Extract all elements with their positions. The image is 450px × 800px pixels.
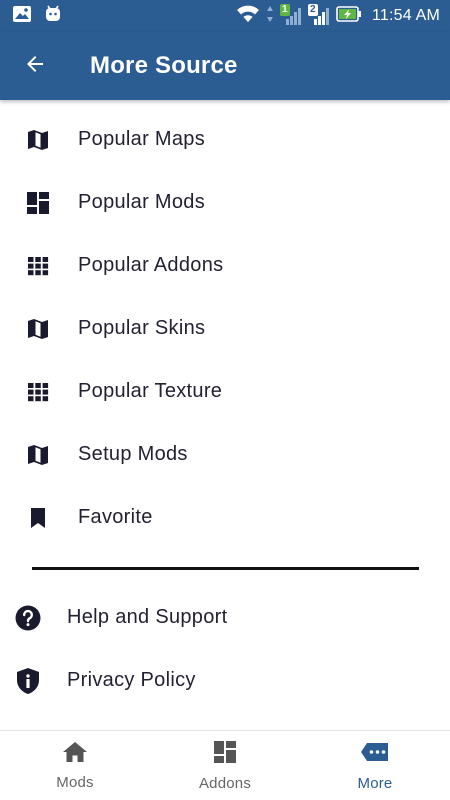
support-menu: Help and Support Privacy Policy	[0, 586, 450, 712]
menu-item-label: Popular Texture	[78, 380, 223, 402]
status-time: 11:54 AM	[371, 7, 440, 24]
page-title: More Source	[90, 52, 238, 79]
section-divider	[32, 567, 419, 570]
menu-item-privacy-policy[interactable]: Privacy Policy	[0, 649, 450, 712]
app-bar: More Source	[0, 32, 450, 100]
more-chat-icon	[360, 740, 390, 769]
dashboard-icon	[213, 740, 237, 769]
dashboard-icon	[0, 191, 78, 215]
shield-info-icon	[0, 667, 67, 695]
menu-item-label: Popular Maps	[78, 128, 205, 150]
menu-item-popular-mods[interactable]: Popular Mods	[0, 171, 450, 234]
menu-item-popular-skins[interactable]: Popular Skins	[0, 297, 450, 360]
grid-icon	[0, 380, 78, 404]
status-left	[12, 5, 62, 28]
android-icon	[44, 5, 62, 28]
help-icon	[0, 605, 67, 631]
status-right: 1 2 11:54 AM	[236, 4, 440, 28]
map-icon	[0, 128, 78, 152]
arrow-left-icon	[23, 52, 47, 81]
battery-charging-icon	[336, 5, 362, 27]
sim2-badge: 2	[307, 4, 318, 16]
source-menu: Popular Maps Popular Mods Popular Addons…	[0, 108, 450, 549]
home-icon	[62, 741, 88, 768]
menu-item-help-support[interactable]: Help and Support	[0, 586, 450, 649]
back-button[interactable]	[0, 32, 70, 100]
wifi-icon	[236, 5, 260, 28]
tab-label: More	[357, 774, 393, 792]
menu-item-label: Privacy Policy	[67, 669, 196, 691]
map-icon	[0, 443, 78, 467]
sim1-signal: 1	[279, 4, 302, 26]
tab-label: Mods	[56, 773, 94, 791]
grid-icon	[0, 254, 78, 278]
image-icon	[12, 5, 32, 28]
menu-item-setup-mods[interactable]: Setup Mods	[0, 423, 450, 486]
menu-item-label: Popular Addons	[78, 254, 224, 276]
menu-item-label: Popular Skins	[78, 317, 206, 339]
menu-item-label: Popular Mods	[78, 191, 205, 213]
tab-more[interactable]: More	[300, 731, 450, 800]
menu-item-label: Setup Mods	[78, 443, 188, 465]
menu-item-popular-maps[interactable]: Popular Maps	[0, 108, 450, 171]
menu-item-popular-texture[interactable]: Popular Texture	[0, 360, 450, 423]
bottom-navigation: Mods Addons More	[0, 730, 450, 800]
menu-item-popular-addons[interactable]: Popular Addons	[0, 234, 450, 297]
menu-item-label: Favorite	[78, 506, 153, 528]
map-icon	[0, 317, 78, 341]
menu-item-favorite[interactable]: Favorite	[0, 486, 450, 549]
status-bar: 1 2 11:54 AM	[0, 0, 450, 32]
tab-addons[interactable]: Addons	[150, 731, 300, 800]
sim1-badge: 1	[279, 4, 290, 16]
sim2-signal: 2	[307, 4, 330, 26]
tab-mods[interactable]: Mods	[0, 731, 150, 800]
bookmark-icon	[0, 506, 78, 530]
data-arrows-icon	[266, 5, 274, 28]
tab-label: Addons	[198, 774, 252, 792]
menu-item-label: Help and Support	[67, 606, 228, 628]
